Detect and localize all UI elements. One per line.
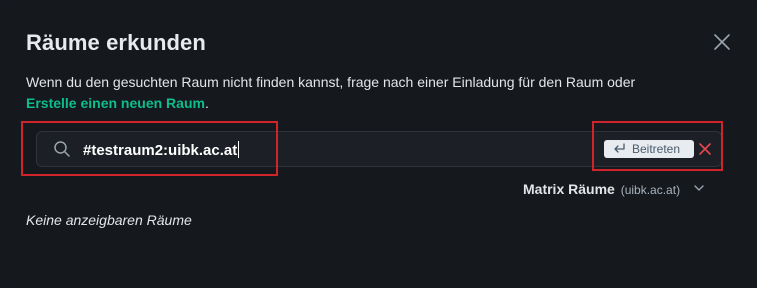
search-value: #testraum2:uibk.ac.at bbox=[83, 142, 238, 159]
server-picker-label: Matrix Räume bbox=[523, 181, 615, 197]
create-room-link[interactable]: Erstelle einen neuen Raum bbox=[26, 95, 205, 111]
search-icon bbox=[54, 141, 70, 157]
dialog-title: Räume erkunden bbox=[26, 30, 206, 55]
clear-icon[interactable] bbox=[698, 142, 712, 156]
text-cursor bbox=[238, 141, 240, 158]
empty-results-text: Keine anzeigbaren Räume bbox=[26, 212, 192, 228]
search-input[interactable]: #testraum2:uibk.ac.at bbox=[83, 141, 240, 159]
enter-icon bbox=[614, 143, 625, 153]
explore-rooms-dialog: Räume erkunden Wenn du den gesuchten Rau… bbox=[0, 0, 757, 288]
server-picker[interactable]: Matrix Räume (uibk.ac.at) bbox=[523, 181, 705, 197]
description-text: Wenn du den gesuchten Raum nicht finden … bbox=[26, 74, 636, 90]
dialog-description: Wenn du den gesuchten Raum nicht finden … bbox=[26, 72, 726, 114]
server-name: (uibk.ac.at) bbox=[620, 183, 681, 197]
join-button[interactable]: Beitreten bbox=[604, 140, 694, 158]
close-icon[interactable] bbox=[712, 32, 732, 52]
join-button-label: Beitreten bbox=[632, 142, 681, 156]
chevron-down-icon bbox=[694, 185, 704, 191]
description-period: . bbox=[204, 95, 209, 111]
